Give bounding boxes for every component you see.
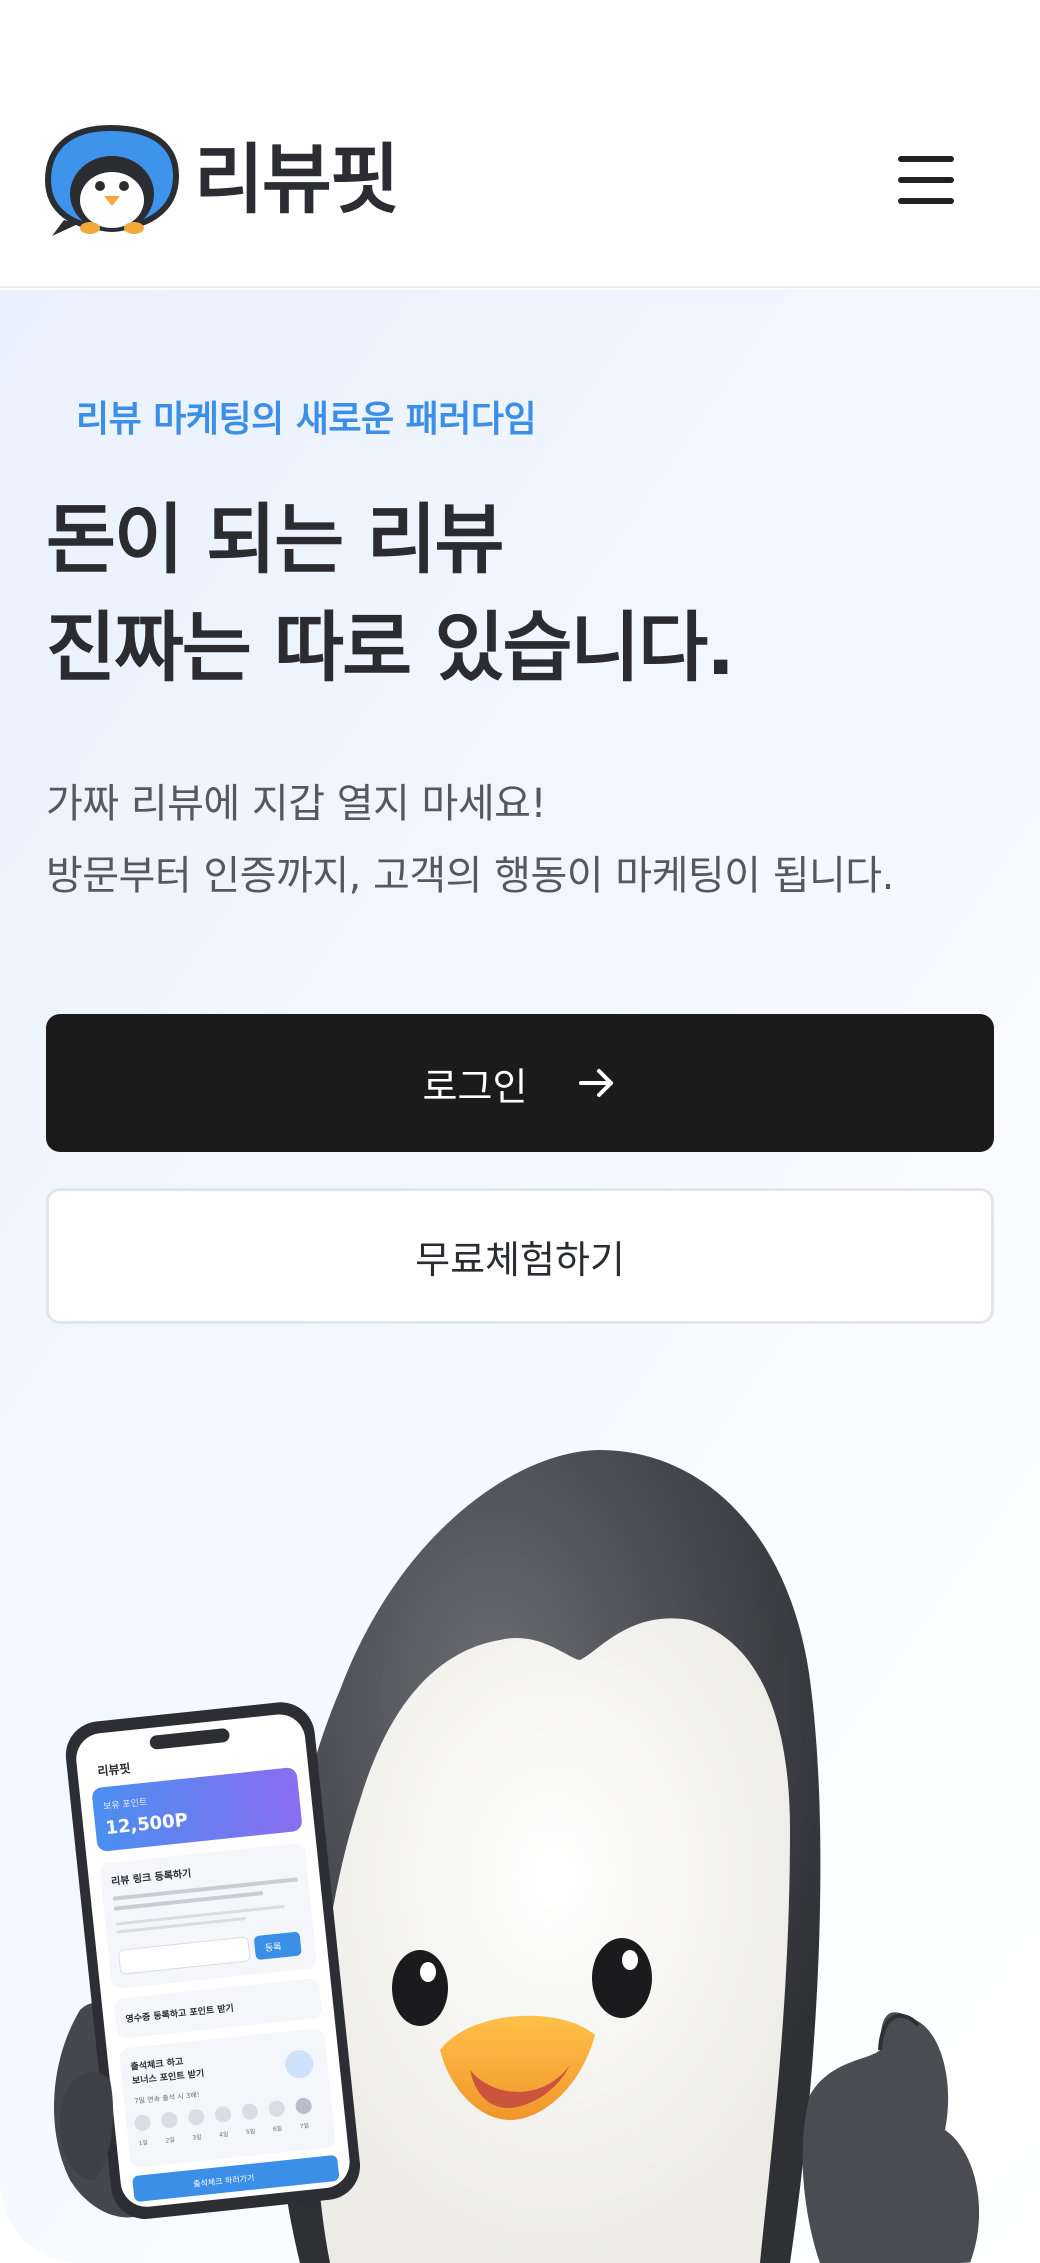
subcopy-line-2: 방문부터 인증까지, 고객의 행동이 마케팅이 됩니다. [46, 853, 894, 899]
login-button-label: 로그인 [422, 1064, 528, 1109]
menu-line-icon [898, 177, 954, 183]
phone-day-5: 5일 [246, 2127, 256, 2136]
penguin-mascot-illustration: 리뷰핏 보유 포인트 12,500P 리뷰 링크 등록하기 등록 영수증 등록하… [53, 1450, 980, 2263]
phone-day-4: 4일 [219, 2130, 229, 2139]
menu-line-icon [898, 156, 954, 162]
phone-day-2: 2일 [165, 2136, 175, 2145]
phone-day-6: 6일 [272, 2124, 282, 2133]
headline-line-1: 돈이 되는 리뷰 [46, 495, 504, 584]
login-button[interactable]: 로그인 [46, 1014, 994, 1152]
phone-day-7: 7일 [299, 2122, 309, 2131]
phone-day-3: 3일 [192, 2133, 202, 2142]
top-header: 리뷰핏 [0, 0, 1040, 288]
logo[interactable]: 리뷰핏 [44, 124, 400, 236]
subcopy-line-1: 가짜 리뷰에 지갑 열지 마세요! [46, 781, 546, 827]
logo-wordmark: 리뷰핏 [194, 135, 400, 224]
arrow-right-icon [579, 1069, 614, 1097]
penguin-logo-icon [44, 124, 180, 236]
thumbs-up-flipper [802, 2012, 980, 2263]
phone-day-1: 1일 [138, 2138, 148, 2147]
penguin-right-eye [592, 1938, 652, 2018]
phone-card1-button: 등록 [264, 1941, 282, 1954]
hero-section: 리뷰 마케팅의 새로운 패러다임 돈이 되는 리뷰 진짜는 따로 있습니다. 가… [0, 290, 1040, 2263]
hero-tagline: 리뷰 마케팅의 새로운 패러다임 [76, 399, 537, 440]
free-trial-button-label: 무료체험하기 [415, 1237, 625, 1282]
hero-subcopy: 가짜 리뷰에 지갑 열지 마세요! 방문부터 인증까지, 고객의 행동이 마케팅… [46, 768, 894, 912]
menu-line-icon [898, 198, 954, 204]
free-trial-button[interactable]: 무료체험하기 [46, 1188, 994, 1324]
hamburger-menu-button[interactable] [890, 150, 962, 210]
hero-headline: 돈이 되는 리뷰 진짜는 따로 있습니다. [46, 486, 735, 702]
penguin-left-eye [392, 1950, 448, 2026]
headline-line-2: 진짜는 따로 있습니다. [46, 603, 735, 692]
